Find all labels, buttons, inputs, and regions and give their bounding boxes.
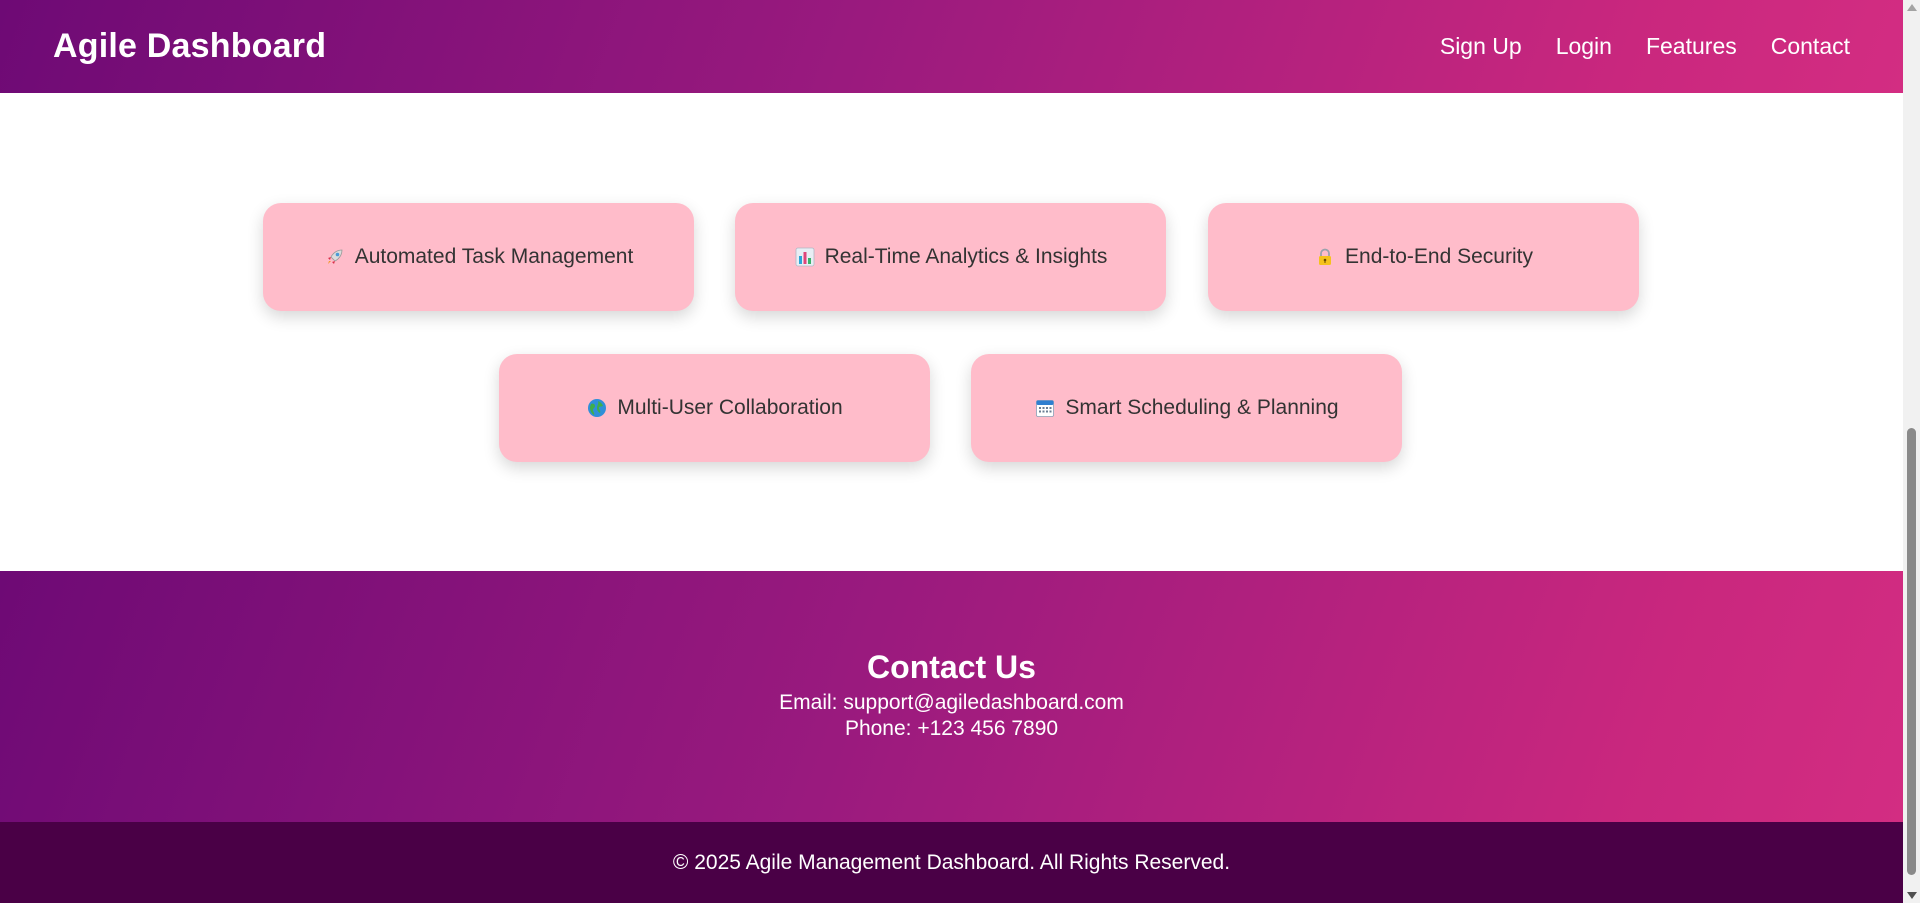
contact-email: Email: support@agiledashboard.com — [779, 691, 1124, 714]
lock-icon — [1314, 246, 1336, 268]
nav-features-link[interactable]: Features — [1646, 33, 1737, 60]
nav-contact-link[interactable]: Contact — [1771, 33, 1850, 60]
feature-label: Automated Task Management — [354, 245, 634, 268]
vertical-scrollbar[interactable] — [1903, 0, 1920, 903]
scroll-up-arrow-icon[interactable] — [1907, 4, 1917, 11]
feature-label: Multi-User Collaboration — [617, 396, 843, 419]
feature-card-scheduling: Smart Scheduling & Planning — [971, 354, 1402, 462]
rocket-icon — [324, 246, 346, 268]
feature-label: Smart Scheduling & Planning — [1065, 396, 1339, 419]
contact-phone: Phone: +123 456 7890 — [844, 717, 1059, 740]
site-footer: © 2025 Agile Management Dashboard. All R… — [0, 822, 1903, 903]
nav-sign-up-link[interactable]: Sign Up — [1440, 33, 1522, 60]
bar-chart-icon — [794, 246, 816, 268]
page: Agile Dashboard Sign Up Login Features C… — [0, 0, 1903, 903]
feature-card-task-management: Automated Task Management — [263, 203, 694, 311]
contact-title: Contact Us — [867, 649, 1036, 685]
globe-icon — [586, 397, 608, 419]
feature-card-collaboration: Multi-User Collaboration — [499, 354, 930, 462]
brand-title[interactable]: Agile Dashboard — [53, 27, 326, 66]
feature-label: Real-Time Analytics & Insights — [824, 245, 1108, 268]
scroll-down-arrow-icon[interactable] — [1907, 892, 1917, 899]
copyright-text: © 2025 Agile Management Dashboard. All R… — [672, 850, 1231, 874]
main-nav: Sign Up Login Features Contact — [1440, 33, 1850, 60]
feature-card-security: End-to-End Security — [1208, 203, 1639, 311]
calendar-icon — [1034, 397, 1056, 419]
features-section: Automated Task Management Real-Time Anal… — [0, 93, 1903, 571]
site-header: Agile Dashboard Sign Up Login Features C… — [0, 0, 1903, 96]
feature-label: End-to-End Security — [1345, 245, 1533, 268]
scrollbar-thumb[interactable] — [1907, 428, 1916, 875]
feature-card-analytics: Real-Time Analytics & Insights — [735, 203, 1166, 311]
nav-login-link[interactable]: Login — [1556, 33, 1612, 60]
contact-section: Contact Us Email: support@agiledashboard… — [0, 571, 1903, 822]
